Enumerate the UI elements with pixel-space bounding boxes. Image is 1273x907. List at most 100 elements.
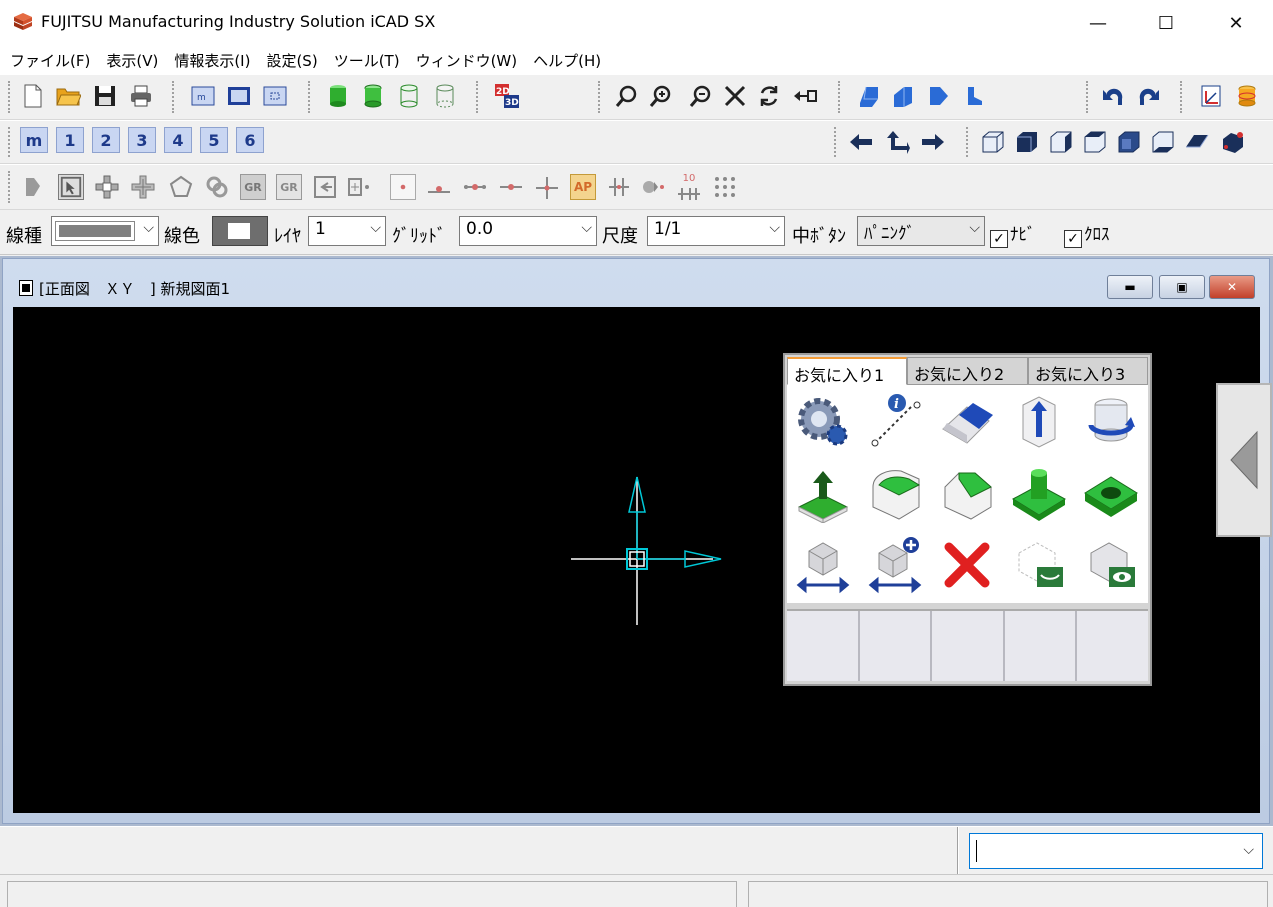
push-face-icon[interactable] — [787, 457, 859, 529]
tab-favorites-1[interactable]: お気に入り1 — [787, 357, 907, 385]
scale-select[interactable]: 1/1 ⌵ — [647, 216, 785, 246]
tangent-icon[interactable] — [640, 174, 666, 200]
layer-m-button[interactable]: m — [20, 127, 48, 153]
open-folder-icon[interactable] — [55, 83, 81, 109]
cube-wire-icon[interactable] — [980, 129, 1006, 155]
view-frame-icon[interactable] — [226, 83, 252, 109]
layer-3-button[interactable]: 3 — [128, 127, 156, 153]
maximize-button[interactable]: ☐ — [1132, 0, 1200, 46]
grid-select[interactable]: 0.0 ⌵ — [459, 216, 597, 246]
drawing-close-button[interactable]: ✕ — [1209, 275, 1255, 299]
print-icon[interactable] — [128, 83, 154, 109]
new-file-icon[interactable] — [20, 83, 46, 109]
insert-point-icon[interactable] — [346, 174, 372, 200]
group-gr-button[interactable]: GR — [240, 174, 266, 200]
insert-left-icon[interactable] — [312, 174, 338, 200]
drawing-minimize-button[interactable]: ▬ — [1107, 275, 1153, 299]
segment-icon[interactable] — [462, 174, 488, 200]
solid-hidden-icon[interactable] — [432, 83, 458, 109]
menu-help[interactable]: ヘルプ(H) — [525, 50, 609, 71]
arrow-left-icon[interactable] — [848, 129, 874, 155]
toolbar-grip[interactable] — [8, 127, 11, 157]
solid-shaded-icon[interactable] — [360, 83, 386, 109]
cube-side-icon[interactable] — [1048, 129, 1074, 155]
hole-icon[interactable] — [1075, 457, 1147, 529]
view-m-icon[interactable]: m — [190, 83, 216, 109]
close-button[interactable]: ✕ — [1202, 0, 1270, 46]
line-type-select[interactable]: ⌵ — [51, 216, 159, 246]
link-icon[interactable] — [204, 174, 230, 200]
intersection-icon[interactable] — [534, 174, 560, 200]
menu-info[interactable]: 情報表示(I) — [166, 50, 258, 71]
arrow-up-right-icon[interactable] — [884, 129, 910, 155]
menu-window[interactable]: ウィンドウ(W) — [408, 50, 526, 71]
redo-icon[interactable] — [1136, 83, 1162, 109]
gear-settings-icon[interactable] — [787, 385, 859, 457]
toolbar-grip[interactable] — [1180, 81, 1183, 113]
ap-button[interactable]: AP — [570, 174, 596, 200]
zoom-extents-icon[interactable] — [722, 83, 748, 109]
toolbar-grip[interactable] — [172, 81, 175, 113]
show-solid-icon[interactable] — [1075, 529, 1147, 601]
toolbar-grip[interactable] — [8, 81, 11, 113]
layer-5-button[interactable]: 5 — [200, 127, 228, 153]
grid-snap-icon[interactable] — [606, 174, 632, 200]
toolbar-grip[interactable] — [476, 81, 479, 113]
toolbar-grip[interactable] — [966, 127, 969, 157]
dot-grid-icon[interactable] — [712, 174, 738, 200]
plane-view-icon[interactable] — [1184, 129, 1210, 155]
eraser-icon[interactable] — [931, 385, 1003, 457]
switch-2d-3d-icon[interactable]: 2D 3D — [494, 83, 520, 109]
rotate-view-icon[interactable] — [756, 83, 782, 109]
copy-solid-icon[interactable] — [859, 529, 931, 601]
menu-view[interactable]: 表示(V) — [98, 50, 166, 71]
view-iso-icon[interactable] — [856, 83, 882, 109]
polygon-icon[interactable] — [168, 174, 194, 200]
move-cross-icon[interactable] — [94, 174, 120, 200]
move-solid-icon[interactable] — [787, 529, 859, 601]
chamfer-edge-icon[interactable] — [931, 457, 1003, 529]
menu-settings[interactable]: 設定(S) — [258, 50, 325, 71]
menu-tools[interactable]: ツール(T) — [326, 50, 408, 71]
navi-checkbox[interactable]: ✓ ﾅﾋﾞ — [990, 220, 1036, 248]
cube-back-icon[interactable] — [1116, 129, 1142, 155]
view-back-icon[interactable] — [962, 83, 988, 109]
line-point-icon[interactable] — [426, 174, 452, 200]
undo-icon[interactable] — [1100, 83, 1126, 109]
solid-wire-icon[interactable] — [396, 83, 422, 109]
layer-stack-icon[interactable] — [1234, 83, 1260, 109]
line-color-button[interactable] — [212, 216, 268, 246]
layer-1-button[interactable]: 1 — [56, 127, 84, 153]
delete-x-icon[interactable] — [931, 529, 1003, 601]
layer-select[interactable]: 1 ⌵ — [308, 216, 386, 246]
point-icon[interactable] — [390, 174, 416, 200]
command-input[interactable]: ⌵ — [969, 833, 1263, 869]
empty-slot[interactable] — [1077, 611, 1148, 681]
hide-solid-icon[interactable] — [1003, 529, 1075, 601]
cube-top-icon[interactable] — [1082, 129, 1108, 155]
select-pointer-icon[interactable] — [20, 174, 46, 200]
dimension-10-icon[interactable]: 10 — [676, 174, 702, 200]
rotate-cylinder-icon[interactable] — [1075, 385, 1147, 457]
drawing-restore-button[interactable]: ▣ — [1159, 275, 1205, 299]
info-dotted-line-icon[interactable]: i — [859, 385, 931, 457]
empty-slot[interactable] — [1005, 611, 1078, 681]
menu-file[interactable]: ファイル(F) — [0, 50, 98, 71]
extrude-arrow-icon[interactable] — [1003, 385, 1075, 457]
toolbar-grip[interactable] — [308, 81, 311, 113]
empty-slot[interactable] — [860, 611, 933, 681]
arrow-right-icon[interactable] — [920, 129, 946, 155]
layer-4-button[interactable]: 4 — [164, 127, 192, 153]
toolbar-grip[interactable] — [838, 81, 841, 113]
free-view-icon[interactable] — [1220, 129, 1246, 155]
zoom-icon[interactable] — [614, 83, 640, 109]
ungroup-gr-button[interactable]: GR — [276, 174, 302, 200]
side-panel-toggle[interactable] — [1216, 383, 1272, 537]
empty-slot[interactable] — [787, 611, 860, 681]
copy-cross-icon[interactable] — [130, 174, 156, 200]
empty-slot[interactable] — [932, 611, 1005, 681]
view-right-icon[interactable] — [926, 83, 952, 109]
solid-green-icon[interactable] — [325, 83, 351, 109]
boss-icon[interactable] — [1003, 457, 1075, 529]
fillet-edge-icon[interactable] — [859, 457, 931, 529]
